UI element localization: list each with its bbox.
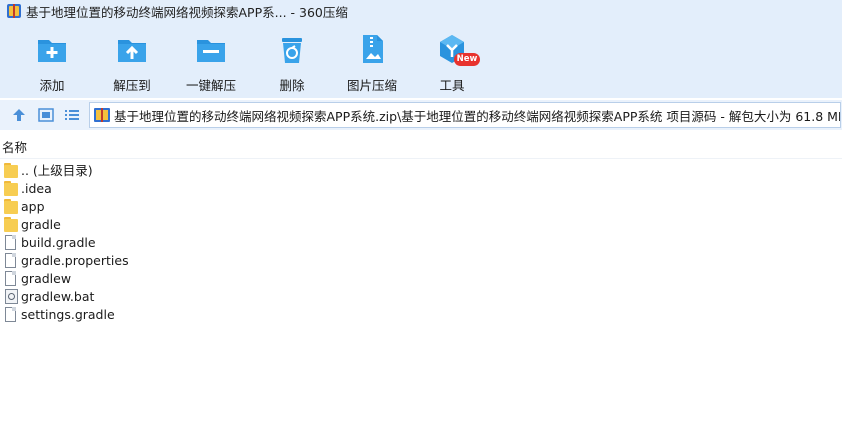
- add-label: 添加: [39, 78, 65, 93]
- image-compress-button[interactable]: 图片压缩: [327, 28, 417, 93]
- image-compress-icon: [355, 32, 389, 66]
- file-name: gradle: [21, 217, 61, 232]
- delete-label: 删除: [279, 78, 305, 93]
- folder-icon: [4, 199, 18, 215]
- list-view-icon[interactable]: [63, 106, 81, 124]
- list-item[interactable]: app: [4, 198, 404, 216]
- window-title: 基于地理位置的移动终端网络视频探索APP系... - 360压缩: [26, 4, 348, 20]
- file-name: .. (上级目录): [21, 163, 93, 178]
- up-arrow-icon[interactable]: [10, 106, 28, 124]
- add-icon: [35, 32, 69, 66]
- file-icon: [4, 307, 18, 323]
- header-bar: 基于地理位置的移动终端网络视频探索APP系... - 360压缩 添加 解压到 …: [0, 0, 842, 98]
- title-bar: 基于地理位置的移动终端网络视频探索APP系... - 360压缩: [0, 0, 842, 22]
- one-click-extract-button[interactable]: 一键解压: [166, 28, 256, 93]
- toolbar: 添加 解压到 一键解压 删除 图片压缩 工具 New: [0, 28, 842, 93]
- navigation-bar: 基于地理位置的移动终端网络视频探索APP系统.zip\基于地理位置的移动终端网络…: [0, 100, 842, 130]
- file-icon: [4, 235, 18, 251]
- app-logo-icon: [7, 4, 21, 18]
- extract-to-label: 解压到: [113, 78, 151, 93]
- file-name: build.gradle: [21, 235, 96, 250]
- list-item[interactable]: gradlew.bat: [4, 288, 404, 306]
- path-bar[interactable]: 基于地理位置的移动终端网络视频探索APP系统.zip\基于地理位置的移动终端网络…: [89, 102, 841, 128]
- file-name: settings.gradle: [21, 307, 115, 322]
- extract-to-button[interactable]: 解压到: [87, 28, 177, 93]
- file-list: .. (上级目录) .idea app gradle build.gradle gradl…: [4, 162, 404, 324]
- column-header-name[interactable]: 名称: [0, 139, 27, 157]
- extract-to-icon: [115, 32, 149, 66]
- image-compress-label: 图片压缩: [346, 78, 397, 93]
- tools-label: 工具: [439, 78, 465, 93]
- file-name: app: [21, 199, 45, 214]
- file-list-area: 名称 .. (上级目录) .idea app gradle build.gradle gr…: [0, 131, 842, 430]
- file-name: .idea: [21, 181, 52, 196]
- path-text: 基于地理位置的移动终端网络视频探索APP系统.zip\基于地理位置的移动终端网络…: [114, 108, 840, 124]
- file-name: gradle.properties: [21, 253, 129, 268]
- list-item[interactable]: settings.gradle: [4, 306, 404, 324]
- list-item[interactable]: gradle: [4, 216, 404, 234]
- file-icon: [4, 253, 18, 269]
- folder-icon: [4, 163, 18, 179]
- list-item[interactable]: gradle.properties: [4, 252, 404, 270]
- list-item[interactable]: build.gradle: [4, 234, 404, 252]
- file-name: gradlew.bat: [21, 289, 95, 304]
- one-click-extract-icon: [194, 32, 228, 66]
- add-button[interactable]: 添加: [7, 28, 97, 93]
- file-name: gradlew: [21, 271, 72, 286]
- folder-icon: [4, 181, 18, 197]
- one-click-extract-label: 一键解压: [185, 78, 236, 93]
- new-badge: New: [454, 53, 480, 66]
- thumbnail-view-icon[interactable]: [37, 106, 55, 124]
- tools-button[interactable]: 工具: [407, 28, 497, 93]
- list-item[interactable]: gradlew: [4, 270, 404, 288]
- delete-icon: [275, 32, 309, 66]
- header-divider: [0, 158, 842, 159]
- list-item[interactable]: .idea: [4, 180, 404, 198]
- batch-file-icon: [4, 289, 18, 305]
- delete-button[interactable]: 删除: [247, 28, 337, 93]
- folder-icon: [4, 217, 18, 233]
- list-item[interactable]: .. (上级目录): [4, 162, 404, 180]
- file-icon: [4, 271, 18, 287]
- archive-icon: [94, 107, 110, 123]
